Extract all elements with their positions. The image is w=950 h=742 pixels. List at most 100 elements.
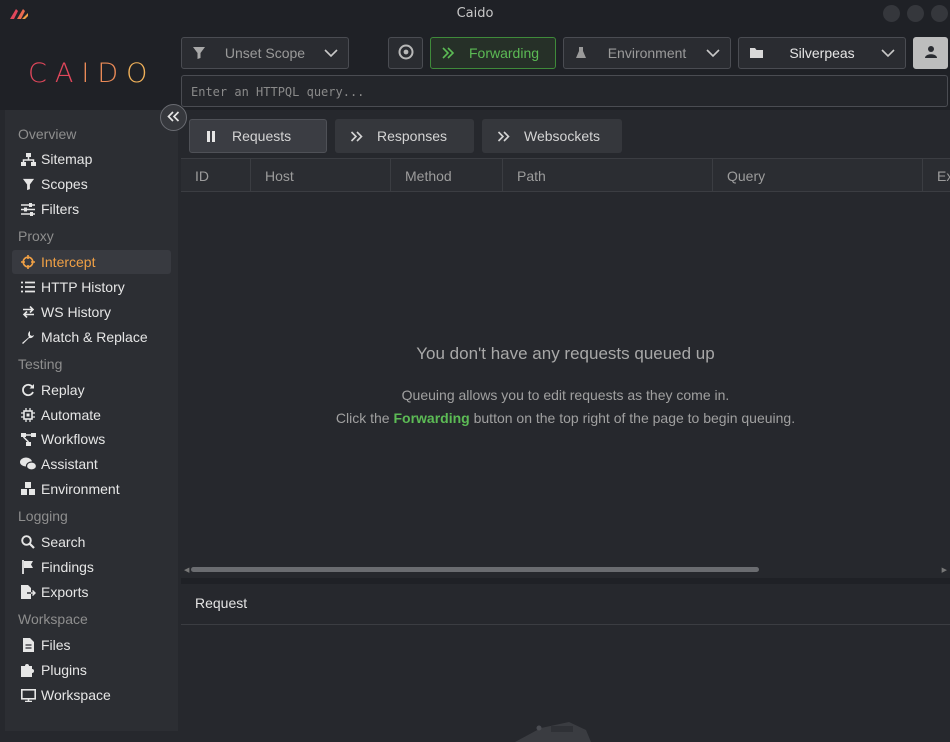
- sidebar-item-label: Automate: [41, 407, 101, 423]
- chip-icon: [15, 408, 41, 422]
- sidebar-item-workspace[interactable]: Workspace: [12, 683, 171, 707]
- scroll-right-arrow[interactable]: ▶: [942, 566, 947, 574]
- wrench-icon: [15, 330, 41, 344]
- project-select[interactable]: Silverpeas: [738, 37, 906, 69]
- sidebar-item-label: Findings: [41, 559, 94, 575]
- sidebar-item-label: Assistant: [41, 456, 98, 472]
- sidebar-item-http-history[interactable]: HTTP History: [12, 275, 171, 299]
- forwarding-label: Forwarding: [468, 45, 540, 61]
- environment-label: Environment: [607, 45, 687, 61]
- tab-websockets[interactable]: Websockets: [482, 119, 622, 153]
- sidebar-item-assistant[interactable]: Assistant: [12, 452, 171, 476]
- sidebar: Overview Sitemap Scopes Filters Proxy In…: [5, 110, 178, 731]
- window-title: Caido: [456, 6, 494, 21]
- column-path[interactable]: Path: [503, 159, 713, 192]
- collapse-sidebar-button[interactable]: [160, 104, 187, 131]
- sidebar-item-plugins[interactable]: Plugins: [12, 658, 171, 682]
- chevron-down-icon: [314, 48, 348, 58]
- column-query[interactable]: Query: [713, 159, 923, 192]
- column-host[interactable]: Host: [251, 159, 391, 192]
- sidebar-item-scopes[interactable]: Scopes: [12, 172, 171, 196]
- nodes-icon: [15, 432, 41, 446]
- sidebar-item-exports[interactable]: Exports: [12, 580, 171, 604]
- sidebar-item-files[interactable]: Files: [12, 633, 171, 657]
- tab-label: Responses: [377, 128, 448, 144]
- pause-icon: [190, 130, 232, 142]
- requests-table: ID Host Method Path Query Ex You don't h…: [181, 158, 950, 578]
- list-icon: [15, 281, 41, 293]
- cubes-icon: [15, 482, 41, 496]
- sidebar-item-label: Replay: [41, 382, 85, 398]
- sidebar-item-findings[interactable]: Findings: [12, 555, 171, 579]
- sidebar-item-label: Plugins: [41, 662, 87, 678]
- arrows-icon: [15, 306, 41, 318]
- scope-select[interactable]: Unset Scope: [181, 37, 349, 69]
- sidebar-item-sitemap[interactable]: Sitemap: [12, 147, 171, 171]
- tab-requests[interactable]: Requests: [189, 119, 327, 153]
- minimize-button[interactable]: [883, 5, 900, 22]
- sidebar-item-label: Workflows: [41, 431, 106, 447]
- sidebar-item-match-replace[interactable]: Match & Replace: [12, 325, 171, 349]
- sidebar-section-workspace: Workspace: [18, 611, 88, 627]
- empty-request-illustration: [515, 722, 591, 742]
- sidebar-item-filters[interactable]: Filters: [12, 197, 171, 221]
- close-button[interactable]: [931, 5, 948, 22]
- scroll-left-arrow[interactable]: ◀: [184, 566, 189, 574]
- double-chevron-left-icon: [167, 109, 180, 127]
- sidebar-item-intercept[interactable]: Intercept: [12, 250, 171, 274]
- chat-icon: [15, 457, 41, 471]
- sidebar-item-label: Files: [41, 637, 71, 653]
- sidebar-item-label: Sitemap: [41, 151, 93, 167]
- puzzle-icon: [15, 663, 41, 677]
- column-extension[interactable]: Ex: [923, 159, 950, 192]
- column-method[interactable]: Method: [391, 159, 503, 192]
- tab-responses[interactable]: Responses: [335, 119, 474, 153]
- column-id[interactable]: ID: [181, 159, 251, 192]
- project-label: Silverpeas: [789, 45, 855, 61]
- sidebar-section-proxy: Proxy: [18, 228, 54, 244]
- sidebar-item-automate[interactable]: Automate: [12, 403, 171, 427]
- hint-text: button on the top right of the page to b…: [469, 410, 796, 426]
- table-header: ID Host Method Path Query Ex: [181, 159, 950, 192]
- monitor-icon: [15, 688, 41, 702]
- sidebar-item-label: Workspace: [41, 687, 111, 703]
- sidebar-item-replay[interactable]: Replay: [12, 378, 171, 402]
- sidebar-item-label: Match & Replace: [41, 329, 148, 345]
- funnel-icon: [182, 46, 216, 60]
- sidebar-item-environment[interactable]: Environment: [12, 477, 171, 501]
- request-panel: Request: [181, 578, 950, 742]
- maximize-button[interactable]: [907, 5, 924, 22]
- sidebar-item-label: Environment: [41, 481, 120, 497]
- sidebar-item-workflows[interactable]: Workflows: [12, 427, 171, 451]
- crosshair-icon: [15, 255, 41, 269]
- environment-select[interactable]: Environment: [563, 37, 731, 69]
- sidebar-item-label: WS History: [41, 304, 111, 320]
- user-menu-button[interactable]: [913, 37, 948, 69]
- horizontal-scrollbar[interactable]: [191, 567, 759, 572]
- sidebar-item-ws-history[interactable]: WS History: [12, 300, 171, 324]
- forwarding-button[interactable]: Forwarding: [430, 37, 556, 69]
- sidebar-item-label: HTTP History: [41, 279, 125, 295]
- sidebar-item-label: Scopes: [41, 176, 88, 192]
- forwarding-link: Forwarding: [393, 410, 470, 426]
- title-bar: Caido: [0, 0, 950, 26]
- funnel-icon: [15, 178, 41, 191]
- sitemap-icon: [15, 152, 41, 166]
- sidebar-section-logging: Logging: [18, 508, 68, 524]
- sidebar-section-overview: Overview: [18, 126, 77, 142]
- sidebar-item-label: Filters: [41, 201, 80, 217]
- httpql-query-input[interactable]: Enter an HTTPQL query...: [181, 75, 948, 107]
- double-chevron-right-icon: [335, 130, 377, 142]
- empty-state-hint: Click the Forwarding button on the top r…: [181, 410, 950, 426]
- empty-state-title: You don't have any requests queued up: [416, 344, 715, 363]
- chrome-icon: [398, 44, 414, 63]
- tab-bar: Requests Responses Websockets: [181, 114, 950, 158]
- sliders-icon: [15, 202, 41, 216]
- tab-label: Requests: [232, 128, 292, 144]
- browser-button[interactable]: [388, 37, 423, 69]
- sidebar-item-label: Exports: [41, 584, 89, 600]
- sidebar-item-label: Intercept: [41, 254, 96, 270]
- chevron-down-icon: [696, 48, 730, 58]
- export-icon: [15, 585, 41, 599]
- sidebar-item-search[interactable]: Search: [12, 530, 171, 554]
